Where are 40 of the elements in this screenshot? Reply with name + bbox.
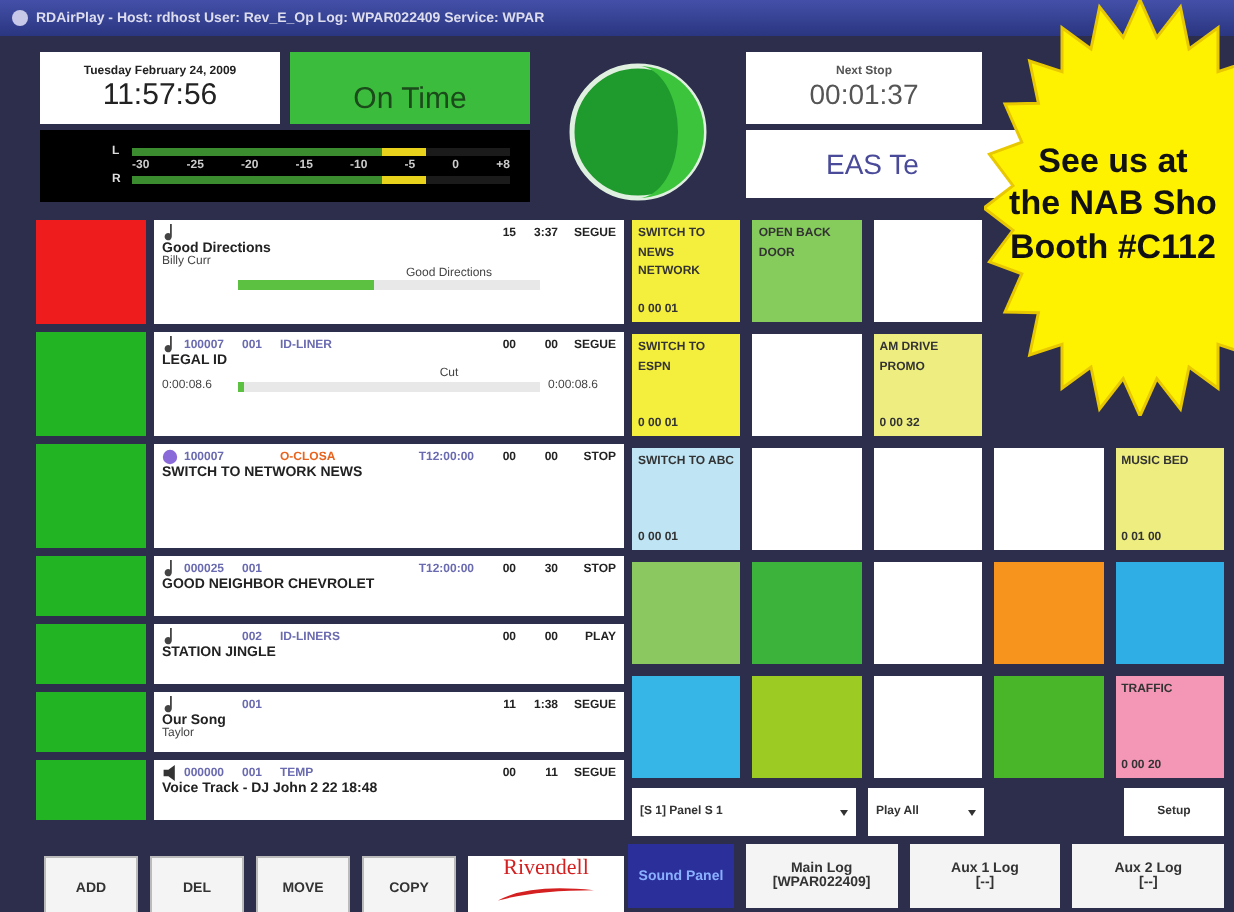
cart-button[interactable] bbox=[752, 562, 862, 664]
empty-cart-button[interactable] bbox=[873, 676, 983, 778]
cart-button[interactable] bbox=[632, 676, 741, 778]
cart-button[interactable] bbox=[994, 562, 1104, 664]
note-icon bbox=[162, 336, 178, 354]
cart-button[interactable] bbox=[994, 676, 1104, 778]
empty-cart-button[interactable] bbox=[873, 562, 983, 664]
app-icon bbox=[12, 10, 28, 26]
note-icon bbox=[162, 628, 178, 646]
logo-text: Rivendell bbox=[503, 856, 589, 880]
status-button[interactable] bbox=[36, 220, 146, 324]
status-button[interactable] bbox=[36, 760, 146, 820]
countdown-pie-icon bbox=[568, 62, 708, 202]
timing-status: On Time bbox=[290, 52, 530, 124]
note-icon bbox=[162, 560, 178, 578]
cart-button[interactable] bbox=[752, 676, 862, 778]
promo-text: See us at bbox=[1038, 140, 1188, 183]
promo-text: Booth #C112 bbox=[1010, 225, 1216, 268]
status-button[interactable] bbox=[36, 556, 146, 616]
status-button[interactable] bbox=[36, 332, 146, 436]
speaker-icon bbox=[162, 764, 178, 782]
status-button[interactable] bbox=[36, 624, 146, 684]
dropdown-arrow-icon bbox=[968, 809, 976, 815]
cart-button[interactable] bbox=[1115, 562, 1224, 664]
message-text: EAS Te bbox=[826, 148, 919, 180]
empty-cart-button[interactable] bbox=[752, 448, 862, 550]
note-icon bbox=[162, 696, 178, 714]
empty-cart-button[interactable] bbox=[873, 448, 983, 550]
status-button[interactable] bbox=[36, 444, 146, 548]
empty-cart-button[interactable] bbox=[873, 220, 983, 322]
circle-icon bbox=[162, 448, 178, 466]
next-stop-time: 00:01:37 bbox=[809, 78, 919, 110]
dropdown-arrow-icon bbox=[840, 809, 848, 815]
empty-cart-button[interactable] bbox=[994, 448, 1104, 550]
note-icon bbox=[162, 224, 178, 242]
promo-text: the NAB Sho bbox=[1009, 182, 1217, 225]
empty-cart-button[interactable] bbox=[752, 334, 862, 436]
cart-button[interactable] bbox=[632, 562, 741, 664]
status-button[interactable] bbox=[36, 692, 146, 752]
clock-time: 11:57:56 bbox=[102, 77, 218, 111]
